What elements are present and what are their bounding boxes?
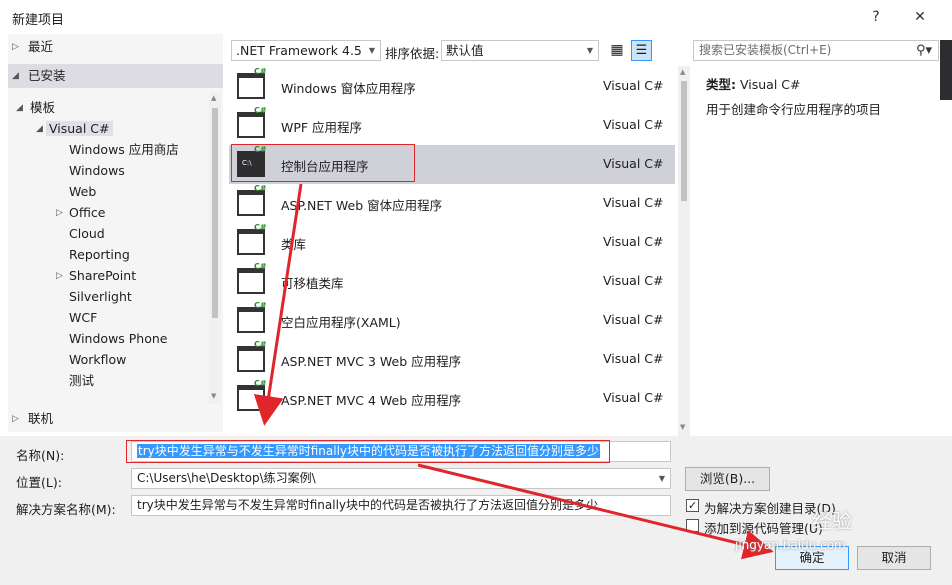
tree-item-web[interactable]: Web — [69, 182, 96, 202]
list-item[interactable]: C# ASP.NET MVC 4 Web 应用程序 Visual C# — [229, 379, 675, 418]
help-button[interactable]: ? — [862, 5, 890, 29]
collapse-icon[interactable]: ◢ — [16, 98, 23, 118]
chevron-down-icon: ▼ — [586, 46, 593, 55]
expand-icon[interactable]: ▷ — [56, 203, 63, 223]
scroll-down-icon[interactable]: ▼ — [211, 392, 216, 400]
expand-icon[interactable]: ▷ — [12, 409, 19, 429]
tree-item-windows[interactable]: Windows — [69, 161, 125, 181]
list-item[interactable]: C# ASP.NET Web 窗体应用程序 Visual C# — [229, 184, 675, 223]
add-source-control-label: 添加到源代码管理(U) — [704, 521, 823, 536]
tree-item-windows-phone[interactable]: Windows Phone — [69, 329, 168, 349]
close-button[interactable]: ✕ — [906, 5, 934, 29]
tree-scrollbar[interactable]: ▲ ▼ — [209, 92, 221, 404]
background-window-edge — [940, 40, 952, 100]
chevron-down-icon: ▼ — [368, 46, 375, 55]
tree-item-workflow[interactable]: Workflow — [69, 350, 126, 370]
location-label: 位置(L): — [16, 475, 62, 490]
search-input[interactable]: 搜索已安装模板(Ctrl+E) ⚲▾ — [693, 40, 939, 61]
grid-view-icon[interactable]: ▦ — [607, 40, 627, 61]
watermark-logo: 经验 — [812, 509, 852, 533]
solution-name-input[interactable]: try块中发生异常与不发生异常时finally块中的代码是否被执行了方法返回值分… — [131, 495, 671, 516]
sort-select[interactable]: 默认值 ▼ — [441, 40, 599, 61]
watermark-url: jingyan.baidu.com — [735, 538, 846, 552]
name-label: 名称(N): — [16, 448, 65, 463]
expand-icon[interactable]: ▷ — [12, 37, 19, 57]
sort-label: 排序依据: — [385, 46, 440, 61]
winforms-icon — [237, 73, 265, 99]
cancel-button[interactable]: 取消 — [857, 546, 931, 570]
list-clip — [229, 418, 675, 436]
list-item[interactable]: C# ASP.NET MVC 3 Web 应用程序 Visual C# — [229, 340, 675, 379]
window-title: 新建项目 — [12, 13, 65, 28]
title-bar: 新建项目 ? ✕ — [0, 0, 952, 34]
tree-item-reporting[interactable]: Reporting — [69, 245, 130, 265]
framework-select[interactable]: .NET Framework 4.5 ▼ — [231, 40, 381, 61]
tree-item-templates[interactable]: ◢ 模板 — [16, 98, 55, 118]
add-source-control-checkbox[interactable] — [686, 519, 699, 532]
browse-button[interactable]: 浏览(B)... — [685, 467, 770, 491]
tree-item-visual-csharp[interactable]: ◢ Visual C# — [36, 119, 113, 139]
list-view-icon[interactable]: ☰ — [631, 40, 652, 61]
type-label: 类型: — [706, 77, 736, 92]
wpf-icon — [237, 112, 265, 138]
expand-icon[interactable]: ▷ — [56, 266, 63, 286]
tree-item-cloud[interactable]: Cloud — [69, 224, 105, 244]
type-value: Visual C# — [739, 77, 801, 92]
scroll-up-icon[interactable]: ▲ — [211, 94, 216, 102]
highlight-box-console — [231, 144, 415, 182]
template-description: 用于创建命令行应用程序的项目 — [706, 102, 882, 117]
scroll-thumb[interactable] — [212, 108, 218, 318]
tree-item-office[interactable]: ▷ Office — [56, 203, 106, 223]
tree-item-online[interactable]: ▷ 联机 — [12, 409, 53, 429]
template-info: 类型: Visual C# 用于创建命令行应用程序的项目 — [684, 66, 942, 436]
list-item[interactable]: C# 空白应用程序(XAML) Visual C# — [229, 301, 675, 340]
blank-app-icon — [237, 307, 265, 333]
create-directory-checkbox[interactable]: ✓ — [686, 499, 699, 512]
tree-item-sharepoint[interactable]: ▷ SharePoint — [56, 266, 136, 286]
tree-item-installed[interactable]: ◢ 已安装 — [12, 66, 66, 86]
mvc4-icon — [237, 385, 265, 411]
chevron-down-icon[interactable]: ▼ — [659, 469, 665, 488]
tree-item-windows-store[interactable]: Windows 应用商店 — [69, 140, 179, 160]
solution-name-label: 解决方案名称(M): — [16, 502, 116, 517]
tree-item-silverlight[interactable]: Silverlight — [69, 287, 132, 307]
tree-content: ▷ 最近 ◢ 已安装 ◢ 模板 ◢ Visual C# Windows 应用商店 Win… — [8, 34, 223, 432]
search-icon[interactable]: ⚲▾ — [916, 41, 932, 60]
portable-library-icon — [237, 268, 265, 294]
list-item[interactable]: C# Windows 窗体应用程序 Visual C# — [229, 67, 675, 106]
mvc3-icon — [237, 346, 265, 372]
tree-item-wcf[interactable]: WCF — [69, 308, 97, 328]
highlight-box-name — [126, 440, 610, 463]
location-input[interactable]: C:\Users\he\Desktop\练习案例\ ▼ — [131, 468, 671, 489]
web-forms-icon — [237, 190, 265, 216]
collapse-icon[interactable]: ◢ — [36, 119, 43, 139]
list-item[interactable]: C# 可移植类库 Visual C# — [229, 262, 675, 301]
collapse-icon[interactable]: ◢ — [12, 66, 19, 86]
list-item[interactable]: C# WPF 应用程序 Visual C# — [229, 106, 675, 145]
tree-item-recent[interactable]: ▷ 最近 — [12, 37, 53, 57]
class-library-icon — [237, 229, 265, 255]
list-item[interactable]: C# 类库 Visual C# — [229, 223, 675, 262]
tree-item-test[interactable]: 测试 — [69, 371, 94, 391]
